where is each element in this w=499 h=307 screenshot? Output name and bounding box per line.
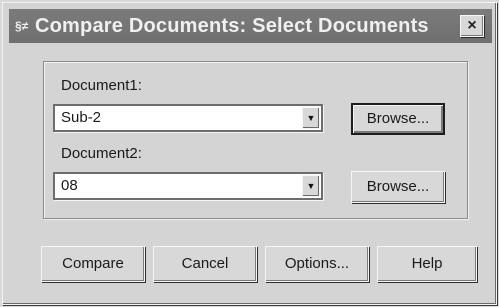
document2-combo[interactable]: 08 ▼: [53, 172, 323, 200]
document1-label: Document1:: [61, 77, 142, 94]
document1-dropdown-arrow-icon[interactable]: ▼: [302, 107, 320, 129]
document-compare-icon: §≠: [15, 19, 29, 33]
compare-button[interactable]: Compare: [41, 246, 145, 282]
document1-combo[interactable]: Sub-2 ▼: [53, 104, 323, 132]
document2-value: 08: [61, 177, 78, 194]
dialog-title: Compare Documents: Select Documents: [35, 15, 429, 37]
close-button[interactable]: ×: [460, 15, 484, 37]
cancel-button[interactable]: Cancel: [153, 246, 257, 282]
document2-browse-button[interactable]: Browse...: [351, 171, 445, 203]
document2-label: Document2:: [61, 145, 142, 162]
options-button[interactable]: Options...: [265, 246, 369, 282]
document1-browse-button[interactable]: Browse...: [351, 103, 445, 135]
dialog-window: §≠ Compare Documents: Select Documents ×…: [2, 2, 497, 305]
title-bar[interactable]: §≠ Compare Documents: Select Documents ×: [9, 9, 492, 43]
document2-dropdown-arrow-icon[interactable]: ▼: [302, 175, 320, 197]
help-button[interactable]: Help: [377, 246, 477, 282]
document1-value: Sub-2: [61, 109, 102, 126]
